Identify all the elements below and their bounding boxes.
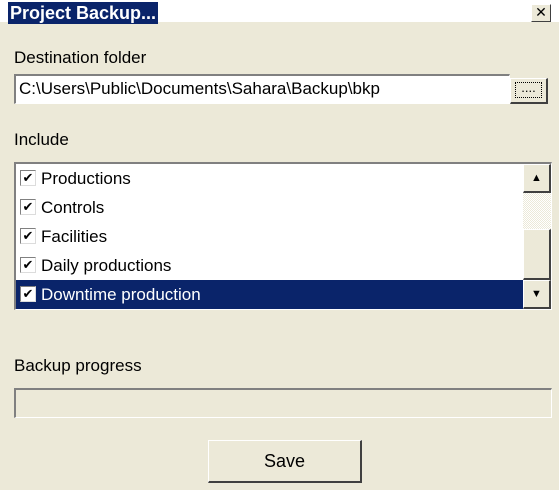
window-title: Project Backup... (8, 2, 159, 24)
scroll-down-button[interactable]: ▼ (523, 280, 551, 309)
ellipsis-icon: .... (515, 81, 542, 98)
include-items: ✔ Productions ✔ Controls ✔ Facilities ✔ … (16, 164, 523, 309)
list-item-label: Downtime production (41, 285, 201, 304)
backup-progress-label: Backup progress (14, 356, 142, 375)
destination-folder-input[interactable]: C:\Users\Public\Documents\Sahara\Backup\… (14, 74, 510, 104)
list-item[interactable]: ✔ Daily productions (16, 251, 523, 280)
project-backup-dialog: Project Backup... ✕ Destination folder C… (0, 0, 560, 490)
list-item-label: Controls (41, 198, 105, 217)
checkbox[interactable]: ✔ (20, 286, 36, 302)
list-item-label: Facilities (41, 227, 108, 246)
checkmark-icon: ✔ (22, 170, 34, 185)
list-item[interactable]: ✔ Facilities (16, 222, 523, 251)
list-item-label: Daily productions (41, 256, 172, 275)
list-item[interactable]: ✔ Controls (16, 193, 523, 222)
include-checklist[interactable]: ✔ Productions ✔ Controls ✔ Facilities ✔ … (14, 162, 552, 310)
close-icon: ✕ (535, 4, 547, 20)
destination-folder-label: Destination folder (14, 48, 147, 67)
checkmark-icon: ✔ (22, 286, 34, 301)
checkbox[interactable]: ✔ (20, 199, 36, 215)
save-button[interactable]: Save (208, 440, 362, 483)
close-button[interactable]: ✕ (531, 4, 551, 22)
vertical-scrollbar[interactable]: ▲ ▼ (523, 164, 551, 309)
checkbox[interactable]: ✔ (20, 257, 36, 273)
scroll-thumb[interactable] (523, 229, 551, 280)
scroll-up-button[interactable]: ▲ (523, 164, 551, 193)
arrow-down-icon: ▼ (531, 288, 542, 300)
checkmark-icon: ✔ (22, 228, 34, 243)
backup-progress-bar (14, 388, 552, 418)
arrow-up-icon: ▲ (531, 172, 542, 184)
checkmark-icon: ✔ (22, 257, 34, 272)
checkmark-icon: ✔ (22, 199, 34, 214)
title-bar: Project Backup... ✕ (0, 0, 560, 24)
list-item[interactable]: ✔ Productions (16, 164, 523, 193)
checkbox[interactable]: ✔ (20, 228, 36, 244)
include-label: Include (14, 130, 69, 149)
list-item-label: Productions (41, 169, 131, 188)
checkbox[interactable]: ✔ (20, 170, 36, 186)
list-item-selected[interactable]: ✔ Downtime production (16, 280, 523, 309)
browse-button[interactable]: .... (510, 78, 548, 104)
